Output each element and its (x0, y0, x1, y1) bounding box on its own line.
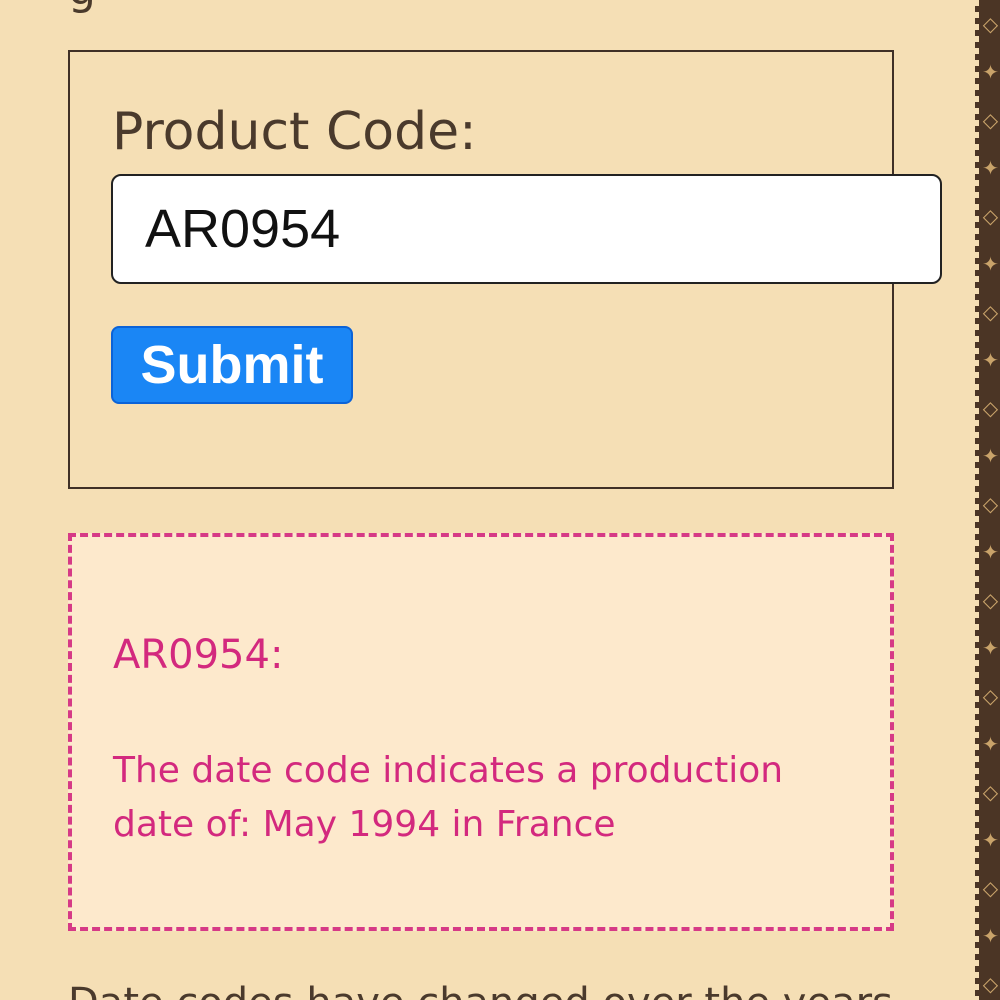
strip-edge (975, 0, 979, 1000)
page: g ◇ ✦ ◇ ✦ ◇ ✦ ◇ ✦ ◇ ✦ ◇ ✦ ◇ ✦ ◇ ✦ ◇ ✦ ◇ … (0, 0, 1000, 1000)
product-code-label: Product Code: (112, 102, 477, 162)
heading-fragment: g (68, 0, 96, 15)
product-code-input[interactable] (111, 174, 942, 284)
submit-button[interactable]: Submit (111, 326, 353, 404)
description-paragraph: Date codes have changed over the years (68, 980, 893, 1000)
monogram-pattern-icon: ◇ ✦ ◇ ✦ ◇ ✦ ◇ ✦ ◇ ✦ ◇ ✦ ◇ ✦ ◇ ✦ ◇ ✦ ◇ ✦ … (975, 0, 1000, 1000)
result-text: The date code indicates a production dat… (113, 750, 784, 845)
result-panel (68, 533, 894, 931)
result-title: AR0954: (113, 632, 284, 678)
monogram-motifs: ◇ ✦ ◇ ✦ ◇ ✦ ◇ ✦ ◇ ✦ ◇ ✦ ◇ ✦ ◇ ✦ ◇ ✦ ◇ ✦ … (982, 12, 999, 996)
